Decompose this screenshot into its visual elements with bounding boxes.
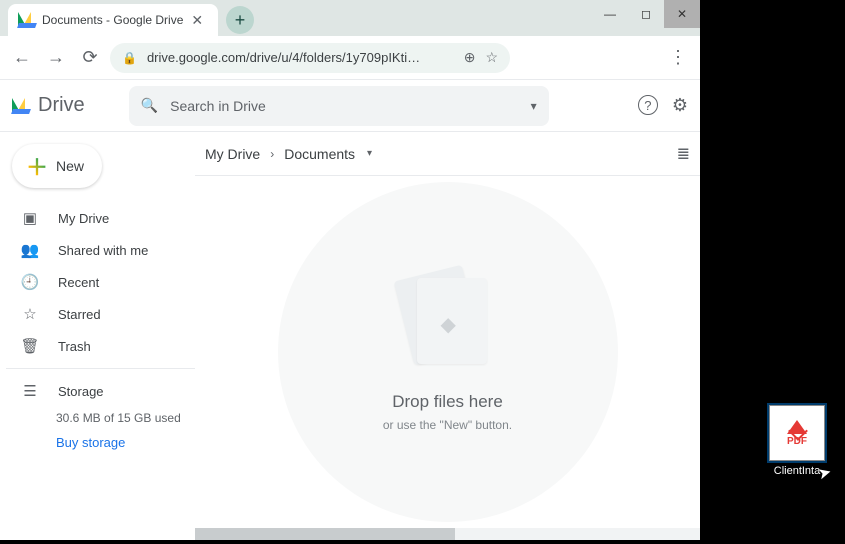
cursor-icon: ➤	[816, 462, 834, 485]
view-toggle-button[interactable]: ≣	[677, 144, 690, 164]
chevron-right-icon: ›	[270, 147, 274, 161]
sidebar-item-my-drive[interactable]: ▣ My Drive	[6, 202, 195, 234]
window-maximize-button[interactable]: ◻	[628, 0, 664, 28]
url-bar[interactable]: 🔒 drive.google.com/drive/u/4/folders/1y7…	[110, 43, 510, 73]
sidebar-item-label: My Drive	[58, 211, 109, 226]
storage-used-text: 30.6 MB of 15 GB used	[6, 407, 195, 435]
file-stack-icon: ◆	[403, 272, 493, 372]
tab-close-icon[interactable]: ✕	[191, 12, 203, 29]
nav-reload-button[interactable]: ⟳	[76, 44, 104, 72]
main-pane: My Drive › Documents ▾ ≣ ◆ Drop files he…	[195, 132, 700, 540]
nav-back-button[interactable]: ←	[8, 44, 36, 72]
pdf-thumbnail: PDF	[769, 405, 825, 461]
drive-header: Drive 🔍 Search in Drive ▾ ? ⚙	[0, 80, 700, 132]
my-drive-icon: ▣	[20, 209, 40, 227]
new-button[interactable]: ＋ New	[12, 144, 102, 188]
new-button-label: New	[56, 158, 84, 174]
sidebar-item-starred[interactable]: ☆ Starred	[6, 298, 195, 330]
lock-icon: 🔒	[122, 51, 137, 65]
dropzone[interactable]: ◆ Drop files here or use the "New" butto…	[195, 176, 700, 528]
drive-logo-text: Drive	[38, 94, 85, 117]
dropzone-circle: ◆ Drop files here or use the "New" butto…	[278, 182, 618, 522]
search-placeholder: Search in Drive	[170, 98, 266, 114]
horizontal-scrollbar[interactable]	[195, 528, 700, 540]
address-bar: ← → ⟳ 🔒 drive.google.com/drive/u/4/folde…	[0, 36, 700, 80]
search-options-icon[interactable]: ▾	[531, 99, 537, 113]
breadcrumb-dropdown-icon[interactable]: ▾	[367, 148, 372, 159]
dropzone-subtitle: or use the "New" button.	[383, 418, 512, 432]
drive-favicon-icon	[18, 12, 34, 28]
recent-icon: 🕘	[20, 273, 40, 291]
sidebar-item-label: Shared with me	[58, 243, 148, 258]
drive-logo[interactable]: Drive	[12, 94, 85, 117]
sidebar-item-label: Trash	[58, 339, 91, 354]
sidebar-item-label: Storage	[58, 384, 104, 399]
new-tab-button[interactable]: +	[226, 6, 254, 34]
search-input[interactable]: 🔍 Search in Drive ▾	[129, 86, 549, 126]
window-close-button[interactable]: ✕	[664, 0, 700, 28]
shared-icon: 👥	[20, 241, 40, 259]
breadcrumb: My Drive › Documents ▾ ≣	[195, 132, 700, 176]
breadcrumb-current[interactable]: Documents	[284, 146, 355, 162]
trash-icon: 🗑	[20, 337, 40, 355]
nav-forward-button[interactable]: →	[42, 44, 70, 72]
browser-menu-button[interactable]: ⋮	[664, 47, 692, 68]
settings-button[interactable]: ⚙	[672, 95, 688, 116]
tab-title: Documents - Google Drive	[42, 13, 183, 27]
search-icon: 🔍	[141, 97, 158, 114]
plus-icon: ＋	[26, 150, 48, 182]
browser-tab[interactable]: Documents - Google Drive ✕	[8, 4, 218, 36]
breadcrumb-root[interactable]: My Drive	[205, 146, 260, 162]
buy-storage-link[interactable]: Buy storage	[6, 435, 195, 450]
zoom-icon[interactable]: ⊕	[464, 49, 476, 66]
browser-window: Documents - Google Drive ✕ + — ◻ ✕ ← → ⟳…	[0, 0, 700, 540]
help-button[interactable]: ?	[638, 95, 658, 115]
url-text: drive.google.com/drive/u/4/folders/1y709…	[147, 50, 420, 65]
sidebar-item-label: Recent	[58, 275, 99, 290]
sidebar-item-trash[interactable]: 🗑 Trash	[6, 330, 195, 362]
drive-logo-icon	[12, 98, 30, 114]
sidebar-item-storage[interactable]: ☰ Storage	[6, 375, 195, 407]
sidebar: ＋ New ▣ My Drive 👥 Shared with me 🕘 Rece…	[0, 132, 195, 540]
titlebar: Documents - Google Drive ✕ + — ◻ ✕	[0, 0, 700, 36]
bookmark-star-icon[interactable]: ☆	[485, 49, 498, 66]
dropzone-title: Drop files here	[392, 392, 503, 412]
window-minimize-button[interactable]: —	[592, 0, 628, 28]
storage-icon: ☰	[20, 382, 40, 400]
starred-icon: ☆	[20, 305, 40, 323]
sidebar-item-label: Starred	[58, 307, 101, 322]
sidebar-item-shared[interactable]: 👥 Shared with me	[6, 234, 195, 266]
sidebar-item-recent[interactable]: 🕘 Recent	[6, 266, 195, 298]
